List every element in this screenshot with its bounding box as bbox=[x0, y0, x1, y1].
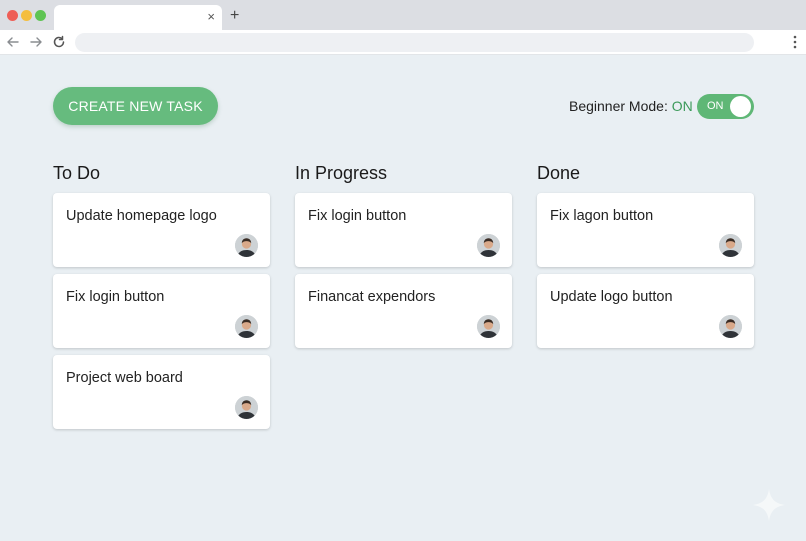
address-bar[interactable] bbox=[75, 33, 754, 52]
beginner-mode-toggle[interactable]: ON bbox=[697, 94, 754, 119]
assignee-avatar[interactable] bbox=[235, 315, 258, 338]
new-tab-button[interactable]: + bbox=[230, 7, 239, 25]
mode-status-value: ON bbox=[671, 98, 693, 114]
browser-toolbar bbox=[0, 30, 806, 55]
assignee-avatar[interactable] bbox=[477, 315, 500, 338]
assignee-avatar[interactable] bbox=[235, 396, 258, 419]
column-title: In Progress bbox=[295, 163, 388, 183]
browser-titlebar: × + bbox=[0, 0, 806, 30]
kebab-menu-icon[interactable] bbox=[792, 35, 798, 49]
task-title: Fix lagon button bbox=[550, 208, 654, 224]
task-card[interactable]: Project web board bbox=[53, 355, 270, 429]
mode-label-text: Beginner Mode: bbox=[569, 98, 672, 114]
column-to-do: To Do Update homepage logo Fix login but… bbox=[53, 163, 270, 436]
sparkle-icon bbox=[753, 489, 785, 521]
task-card[interactable]: Fix login button bbox=[53, 274, 270, 348]
task-title: Fix login button bbox=[308, 208, 407, 224]
column-title: Done bbox=[537, 163, 581, 183]
forward-arrow-icon[interactable] bbox=[29, 35, 43, 49]
minimize-window-button[interactable] bbox=[21, 10, 32, 21]
maximize-window-button[interactable] bbox=[35, 10, 46, 21]
assignee-avatar[interactable] bbox=[477, 234, 500, 257]
task-title: Fix login button bbox=[66, 289, 165, 305]
task-title: Update homepage logo bbox=[66, 208, 217, 224]
column-title: To Do bbox=[53, 163, 101, 183]
reload-icon[interactable] bbox=[52, 35, 66, 49]
beginner-mode-label: Beginner Mode: ON bbox=[569, 98, 693, 114]
task-card[interactable]: Fix lagon button bbox=[537, 193, 754, 267]
browser-tab[interactable]: × bbox=[54, 5, 222, 30]
close-window-button[interactable] bbox=[7, 10, 18, 21]
task-title: Update logo button bbox=[550, 289, 673, 305]
assignee-avatar[interactable] bbox=[719, 234, 742, 257]
back-arrow-icon[interactable] bbox=[6, 35, 20, 49]
tab-close-icon[interactable]: × bbox=[207, 9, 215, 25]
task-title: Financat expendors bbox=[308, 289, 436, 305]
create-new-task-button[interactable]: CREATE NEW TASK bbox=[53, 87, 218, 125]
task-card[interactable]: Update homepage logo bbox=[53, 193, 270, 267]
toggle-knob[interactable] bbox=[730, 96, 751, 117]
column-in-progress: In Progress Fix login button Financat ex… bbox=[295, 163, 512, 355]
assignee-avatar[interactable] bbox=[235, 234, 258, 257]
task-card[interactable]: Fix login button bbox=[295, 193, 512, 267]
assignee-avatar[interactable] bbox=[719, 315, 742, 338]
task-card[interactable]: Financat expendors bbox=[295, 274, 512, 348]
column-done: Done Fix lagon button Update logo button bbox=[537, 163, 754, 355]
task-card[interactable]: Update logo button bbox=[537, 274, 754, 348]
task-title: Project web board bbox=[66, 370, 183, 386]
toggle-label: ON bbox=[707, 100, 724, 112]
